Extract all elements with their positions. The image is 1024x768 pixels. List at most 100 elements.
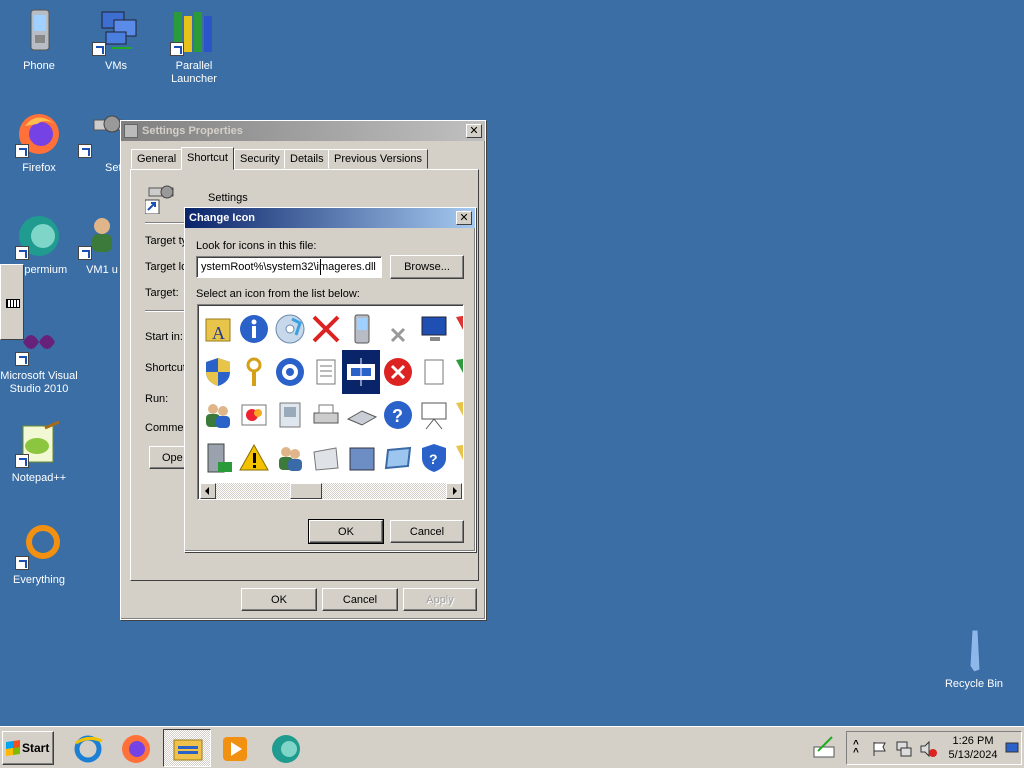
settings-icon [78,110,126,158]
tab-general[interactable]: General [131,149,183,169]
icon-file-input[interactable]: ystemRoot%\system32\imageres.dll [196,256,382,278]
mobile-device-icon[interactable] [346,313,378,345]
cancel-button[interactable]: Cancel [390,520,464,543]
icon-list[interactable]: A ? ? [197,304,464,500]
desktop-icon-everything[interactable]: Everything [0,522,78,587]
shield-yellow-icon[interactable] [454,399,463,431]
system-tray: ^ ^ 1:26 PM 5/13/2024 [846,731,1022,765]
close-button[interactable]: ✕ [466,124,482,138]
folder-fonts-icon[interactable]: A [202,313,234,345]
desktop-icon-visual-studio[interactable]: Microsoft Visual Studio 2010 [0,318,78,396]
blank-document-icon[interactable] [418,356,450,388]
show-desktop-icon[interactable] [1005,742,1019,757]
tab-security[interactable]: Security [234,149,286,169]
field-label-run: Run: [145,393,169,405]
control-panel-icon[interactable] [274,356,306,388]
network-computers-icon [92,8,140,56]
desktop-icon-label: VMs [105,60,127,72]
icon-list-label: Select an icon from the list below: [196,288,360,300]
network-icon[interactable] [895,740,913,761]
ok-button[interactable]: OK [308,519,384,544]
button-label: OK [271,593,287,606]
folder-blue-icon[interactable] [346,442,378,474]
desktop-icon-label: Notepad++ [11,472,67,484]
desktop-icon-label: Firefox [22,162,56,174]
button-label: Ope [162,451,183,464]
change-icon-titlebar[interactable]: Change Icon ✕ [185,208,475,228]
shortcut-arrow-icon [78,246,92,260]
cancel-button[interactable]: Cancel [322,588,398,611]
scroll-thumb[interactable] [290,483,322,499]
scanner-icon[interactable] [346,399,378,431]
window-frame-icon[interactable] [382,442,414,474]
users-group-icon[interactable] [202,399,234,431]
info-icon[interactable] [238,313,270,345]
desktop-icon-recycle-bin[interactable]: Recycle Bin [935,626,1013,691]
flag-icon[interactable] [871,740,889,761]
users-icon[interactable] [274,442,306,474]
error-circle-icon[interactable] [382,356,414,388]
shield-green-icon[interactable] [454,356,463,388]
tab-previous-versions[interactable]: Previous Versions [328,149,429,169]
start-label: Start [22,741,50,755]
media-disc-icon[interactable] [274,313,306,345]
internet-explorer-icon[interactable] [72,733,104,765]
desktop-icon-vms[interactable]: VMs [77,8,155,73]
shortcut-arrow-icon [15,454,29,468]
warning-icon[interactable] [238,442,270,474]
button-label: Cancel [409,525,445,538]
help-icon[interactable]: ? [382,399,414,431]
folder-yellow-icon[interactable] [454,442,463,474]
properties-titlebar[interactable]: Settings Properties ✕ [121,121,485,141]
media-player-icon[interactable] [219,733,251,765]
monitor-icon[interactable] [418,313,450,345]
firefox-taskbar-icon[interactable] [120,733,152,765]
red-x-icon[interactable] [310,313,342,345]
presentation-icon[interactable] [418,399,450,431]
desktop-icon-notepad-plus-plus[interactable]: Notepad++ [0,420,78,485]
pen-input-icon[interactable] [812,735,836,759]
help-shield-icon[interactable]: ? [418,442,450,474]
tab-shortcut[interactable]: Shortcut [181,147,234,170]
ok-button[interactable]: OK [241,588,317,611]
desktop-icon-parallel-launcher[interactable]: Parallel Launcher [155,8,233,86]
gray-x-icon[interactable] [382,313,414,345]
printer-icon[interactable] [310,399,342,431]
svg-text:?: ? [392,406,403,426]
desktop-icon-label: Microsoft Visual Studio 2010 [0,370,78,395]
pictures-icon[interactable] [238,399,270,431]
programs-icon[interactable] [274,399,306,431]
arrow-left-icon [205,487,209,495]
document-text-icon[interactable] [310,356,342,388]
supermium-icon [15,212,63,260]
scroll-left-button[interactable] [200,483,216,499]
scroll-right-button[interactable] [446,483,462,499]
shortcut-arrow-icon [15,352,29,366]
selected-icon-highlight[interactable] [342,350,380,394]
close-button[interactable]: ✕ [456,211,472,225]
notepad-plus-plus-icon [15,420,63,468]
volume-muted-icon[interactable] [919,740,937,761]
server-icon[interactable] [202,442,234,474]
icon-file-value: ystemRoot%\system32\imageres.dll [201,261,376,273]
show-hidden-icons-button[interactable]: ^ ^ [853,740,861,758]
desktop-icon-firefox[interactable]: Firefox [0,110,78,175]
tab-label: Security [240,153,280,165]
clock[interactable]: 1:26 PM 5/13/2024 [945,734,1001,762]
start-button[interactable]: Start [2,731,54,765]
svg-text:?: ? [429,451,438,467]
browse-button[interactable]: Browse... [390,255,464,279]
key-icon[interactable] [238,356,270,388]
change-icon-dialog: Change Icon ✕ Look for icons in this fil… [184,207,476,552]
desktop-icon-phone[interactable]: Phone [0,8,78,73]
tab-details[interactable]: Details [284,149,330,169]
drive-icon[interactable] [310,442,342,474]
icon-list-scrollbar[interactable] [200,483,462,499]
uac-shield-icon[interactable] [202,356,234,388]
clock-time: 1:26 PM [952,735,994,747]
supermium-taskbar-icon[interactable] [270,733,302,765]
explorer-taskbar-button[interactable] [163,729,211,767]
svg-text:A: A [212,323,225,343]
shield-red-icon[interactable] [454,313,463,345]
window-title: Settings Properties [142,125,243,137]
